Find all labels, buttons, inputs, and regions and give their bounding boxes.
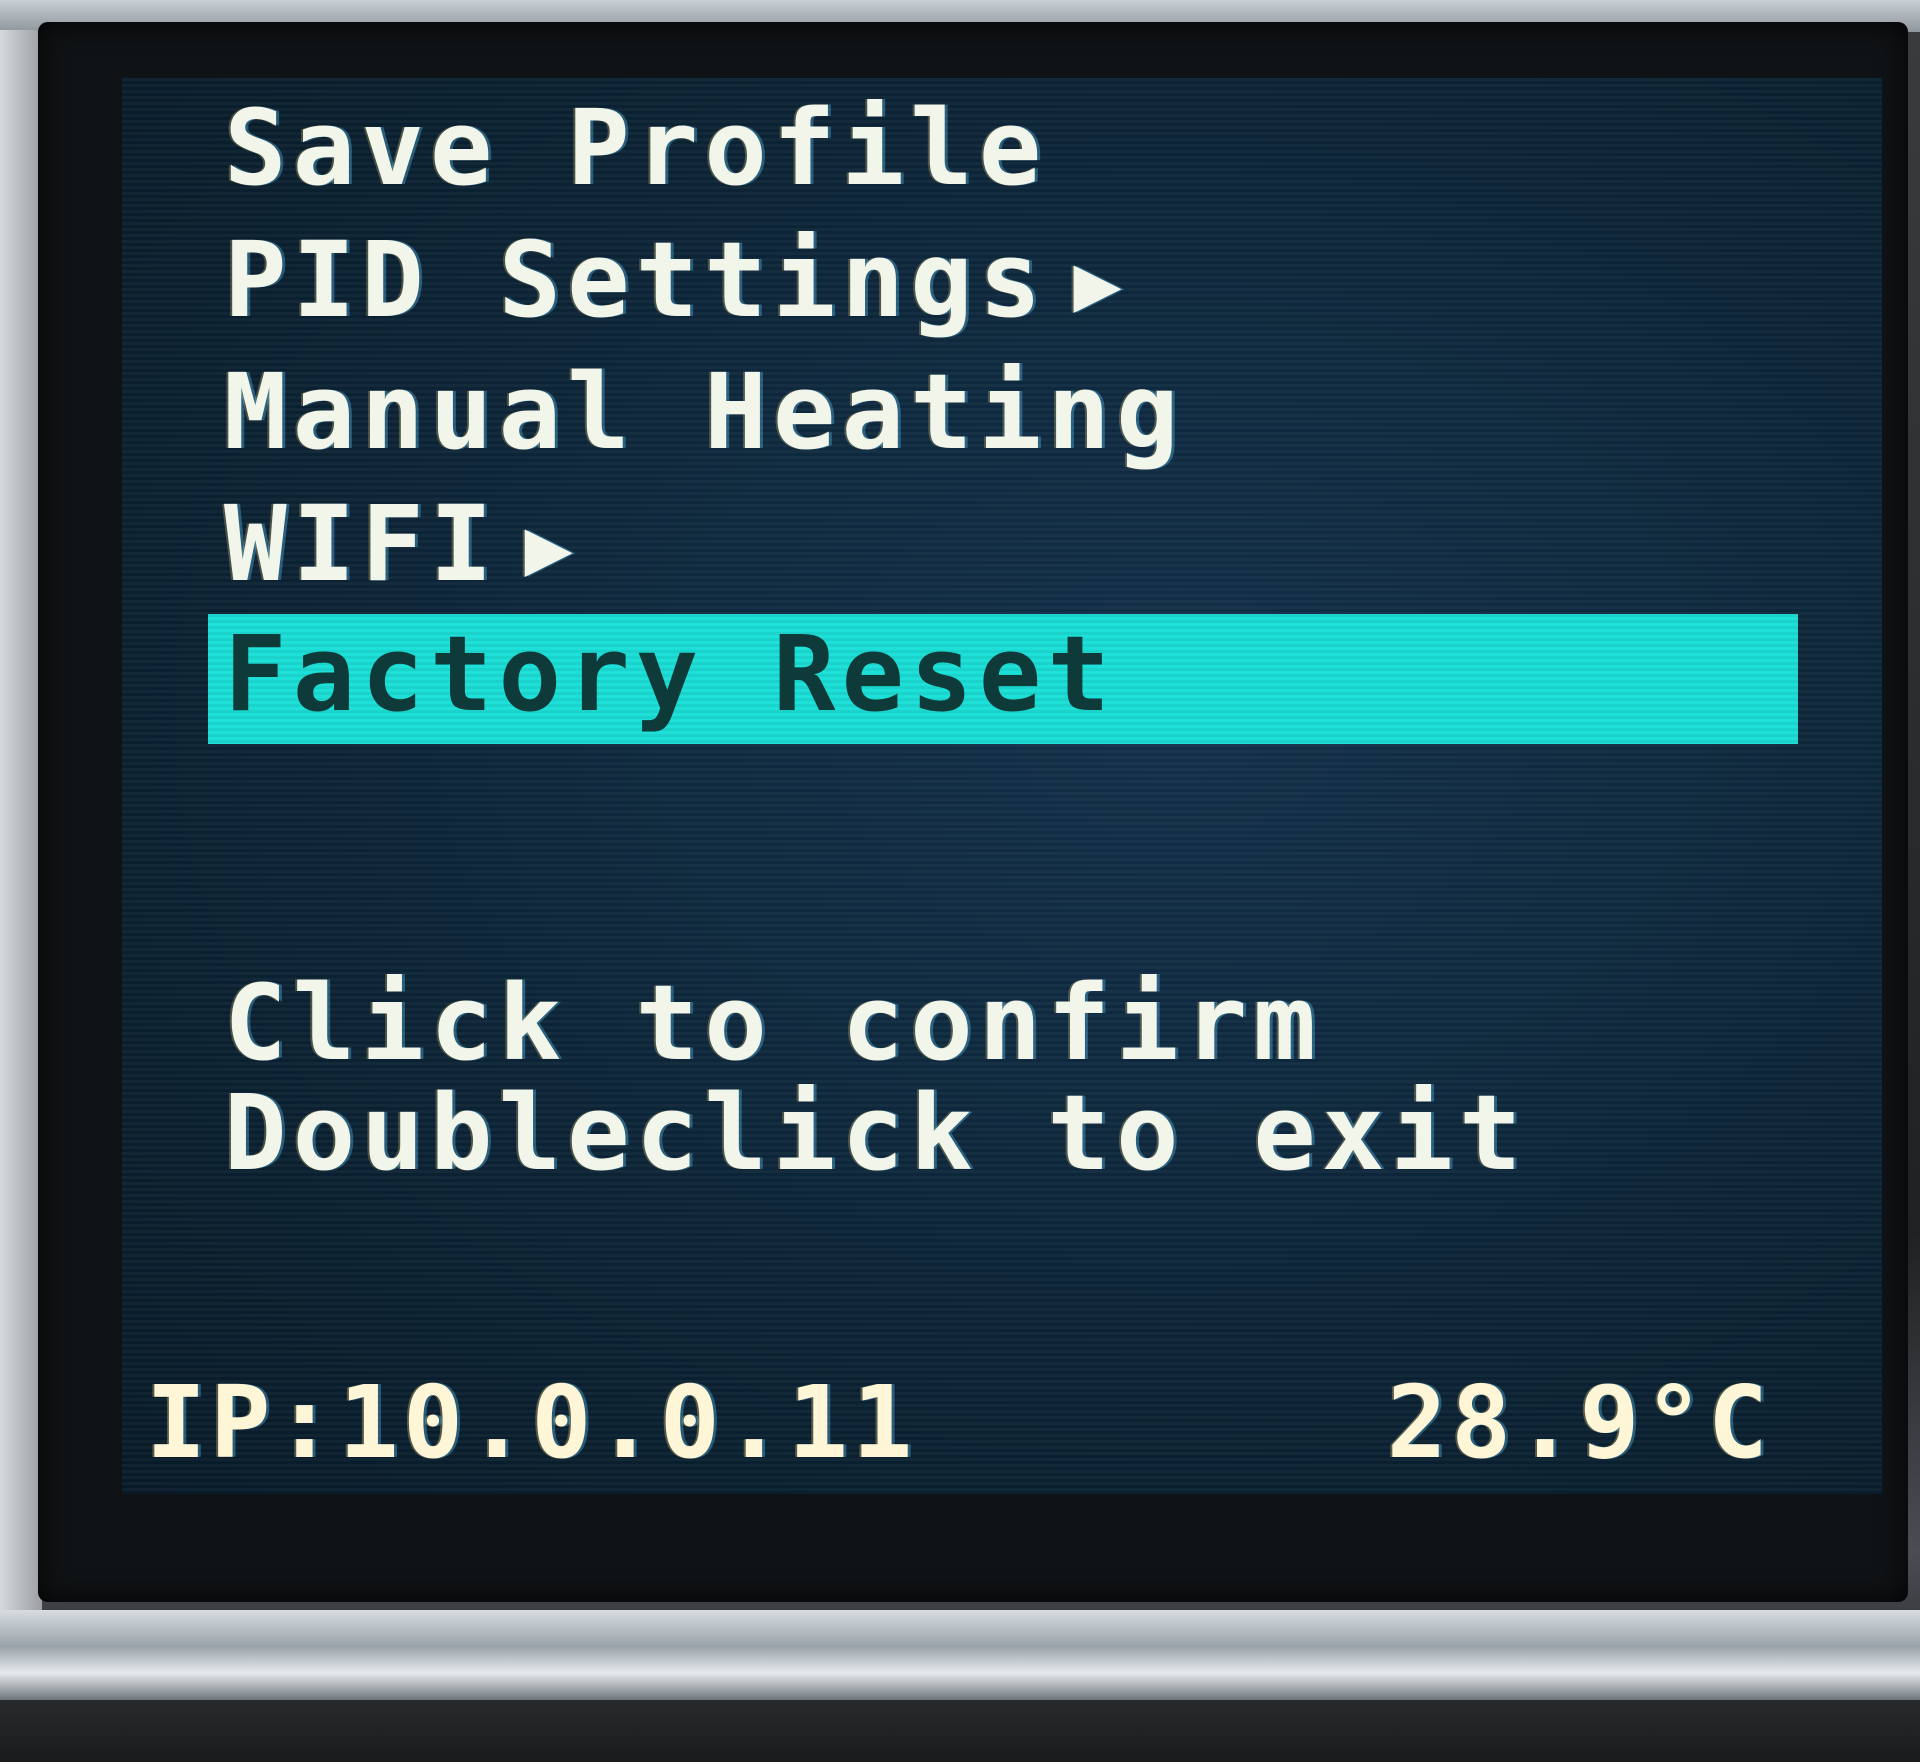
menu-item-manual-heating[interactable]: Manual Heating bbox=[224, 352, 1185, 472]
menu-item-label: Factory Reset bbox=[224, 613, 1116, 735]
ip-address: IP:10.0.0.11 bbox=[146, 1364, 917, 1481]
device-body: Save Profile PID Settings ▶ Manual Heatin… bbox=[0, 0, 1920, 1762]
menu-item-wifi[interactable]: WIFI ▶ bbox=[224, 484, 579, 604]
menu-item-label: Manual Heating bbox=[224, 351, 1185, 473]
menu-item-pid-settings[interactable]: PID Settings ▶ bbox=[224, 220, 1128, 340]
menu-item-save-profile[interactable]: Save Profile bbox=[224, 88, 1047, 208]
display-bezel: Save Profile PID Settings ▶ Manual Heatin… bbox=[38, 22, 1908, 1602]
lcd-screen: Save Profile PID Settings ▶ Manual Heatin… bbox=[122, 78, 1882, 1494]
hint-confirm: Click to confirm bbox=[224, 962, 1322, 1084]
submenu-arrow-icon: ▶ bbox=[524, 500, 579, 593]
case-side bbox=[0, 30, 42, 1610]
temperature-readout: 28.9°C bbox=[1386, 1364, 1772, 1481]
menu-item-label: WIFI bbox=[224, 483, 499, 605]
submenu-arrow-icon: ▶ bbox=[1073, 236, 1128, 329]
menu-item-label: PID Settings bbox=[224, 219, 1048, 341]
tape-bottom bbox=[0, 1610, 1920, 1700]
menu-item-label: Save Profile bbox=[224, 87, 1048, 209]
hint-exit: Doubleclick to exit bbox=[224, 1072, 1528, 1194]
menu-item-factory-reset[interactable]: Factory Reset bbox=[208, 614, 1798, 744]
